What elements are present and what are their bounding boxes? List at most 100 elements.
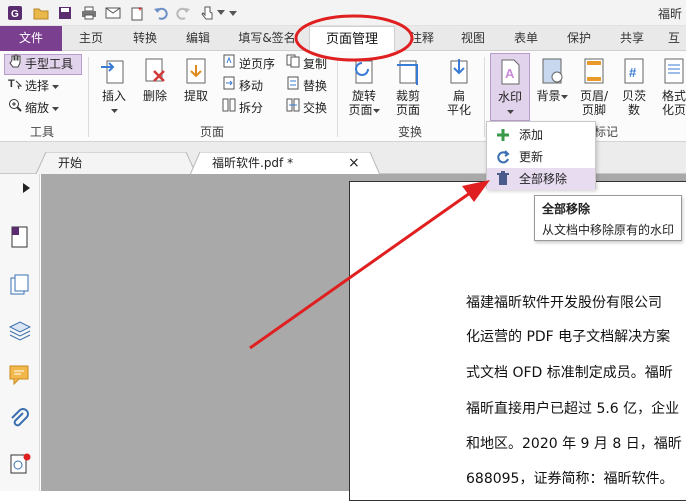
copy-label: 复制 xyxy=(303,57,328,71)
bates-icon: # xyxy=(619,55,649,87)
group-divider xyxy=(484,57,485,137)
watermark-add-label: 添加 xyxy=(519,128,544,142)
background-label: 背景 xyxy=(536,89,561,103)
zoom-button[interactable]: 缩放 xyxy=(8,98,60,119)
hand-pointer-icon[interactable] xyxy=(198,4,216,22)
layers-pages-icon[interactable] xyxy=(9,274,31,296)
tooltip-title: 全部移除 xyxy=(542,202,591,216)
app-logo-icon: G xyxy=(6,4,24,22)
group-divider xyxy=(337,57,338,137)
email-icon[interactable] xyxy=(104,4,122,22)
tab-page-management[interactable]: 页面管理 xyxy=(309,26,395,52)
tab-view[interactable]: 视图 xyxy=(451,26,495,51)
zoom-label: 缩放 xyxy=(25,101,50,115)
remove-all-tooltip: 全部移除 从文档中移除原有的水印 xyxy=(534,195,682,241)
svg-text:*: * xyxy=(138,6,142,17)
comments-icon[interactable] xyxy=(9,364,31,386)
flatten-button[interactable]: 扁 平化 xyxy=(440,55,478,117)
tab-edit[interactable]: 编辑 xyxy=(173,26,223,51)
tools-group-label: 工具 xyxy=(30,125,55,139)
tab-protect[interactable]: 保护 xyxy=(557,26,601,51)
watermark-add-item[interactable]: 添加 xyxy=(487,124,595,146)
watermark-button[interactable]: A 水印 xyxy=(490,53,530,121)
customize-qa-icon[interactable] xyxy=(228,4,238,22)
watermark-icon: A xyxy=(495,56,525,88)
delete-button[interactable]: 删除 xyxy=(138,55,172,103)
tab-form[interactable]: 表单 xyxy=(504,26,548,51)
rotate-page-button[interactable]: 旋转 页面 xyxy=(344,55,384,117)
watermark-label: 水印 xyxy=(497,90,522,104)
reverse-icon xyxy=(222,54,236,75)
svg-text:A: A xyxy=(505,66,515,81)
open-icon[interactable] xyxy=(32,4,50,22)
watermark-dropdown-menu: 添加 更新 全部移除 xyxy=(486,121,596,190)
header-footer-label-1: 页眉/ xyxy=(579,89,609,103)
crop-label-2: 页面 xyxy=(395,103,420,117)
close-tab-icon[interactable]: × xyxy=(344,152,364,174)
select-button[interactable]: T 选择 xyxy=(8,76,60,97)
crop-page-button[interactable]: 裁剪 页面 xyxy=(389,55,427,117)
replace-button[interactable]: 替换 xyxy=(286,76,327,97)
header-footer-button[interactable]: 页眉/ 页脚 xyxy=(574,55,614,117)
move-button[interactable]: 移动 xyxy=(222,76,263,97)
redo-icon[interactable] xyxy=(174,4,192,22)
tab-file[interactable]: 文件 xyxy=(0,26,62,51)
chevron-down-icon[interactable] xyxy=(216,4,226,22)
reverse-pages-button[interactable]: 逆页序 xyxy=(222,54,275,75)
new-tab-icon[interactable]: * xyxy=(128,4,146,22)
extract-button[interactable]: 提取 xyxy=(178,55,214,103)
watermark-remove-all-label: 全部移除 xyxy=(519,172,568,186)
hand-tool-label: 手型工具 xyxy=(25,57,74,71)
signatures-icon[interactable] xyxy=(9,452,31,474)
document-text-line: 式文档 OFD 标准制定成员。福昕 xyxy=(466,365,673,381)
ribbon-tab-bar: 文件 主页 转换 编辑 填写&签名 页面管理 注释 视图 表单 保护 共享 互 xyxy=(0,26,686,52)
move-label: 移动 xyxy=(239,79,264,93)
bates-number-button[interactable]: # 贝茨 数 xyxy=(616,55,652,117)
select-text-icon: T xyxy=(8,76,23,97)
watermark-update-item[interactable]: 更新 xyxy=(487,146,595,168)
rotate-icon xyxy=(349,55,379,87)
watermark-remove-all-item[interactable]: 全部移除 xyxy=(487,168,595,190)
tab-share[interactable]: 共享 xyxy=(610,26,654,51)
chevron-down-icon xyxy=(560,89,568,103)
mark-group-label: 标记 xyxy=(594,125,619,139)
format-page-icon xyxy=(659,55,686,87)
tab-document[interactable]: 福昕软件.pdf * xyxy=(196,152,346,174)
svg-text:T: T xyxy=(8,78,15,90)
tab-start[interactable]: 开始 xyxy=(42,152,192,174)
split-button[interactable]: 拆分 xyxy=(222,98,263,119)
group-divider xyxy=(88,57,89,137)
expand-panel-icon[interactable] xyxy=(23,182,31,196)
tab-convert[interactable]: 转换 xyxy=(120,26,170,51)
navigation-sidebar xyxy=(0,174,40,491)
print-icon[interactable] xyxy=(80,4,98,22)
insert-button[interactable]: 插入 xyxy=(96,55,132,117)
format-label-2: 化页 xyxy=(661,103,686,117)
copy-button[interactable]: 复制 xyxy=(286,54,327,75)
bates-label-1: 贝茨 xyxy=(621,89,646,103)
background-icon xyxy=(537,55,567,87)
svg-text:#: # xyxy=(629,65,637,80)
tab-fill-sign[interactable]: 填写&签名 xyxy=(232,26,302,51)
delete-page-icon xyxy=(140,55,170,87)
layers-icon[interactable] xyxy=(8,319,32,341)
hand-tool-button[interactable]: 手型工具 xyxy=(4,54,82,75)
tab-more[interactable]: 互 xyxy=(662,26,686,51)
page-thumbnails-icon[interactable] xyxy=(9,226,31,248)
reverse-label: 逆页序 xyxy=(239,57,276,71)
header-footer-label-2: 页脚 xyxy=(581,103,606,117)
chevron-down-icon xyxy=(372,103,380,117)
bates-label-2: 数 xyxy=(627,103,640,117)
attachments-icon[interactable] xyxy=(9,408,31,430)
rotate-label-1: 旋转 xyxy=(351,89,376,103)
save-icon[interactable] xyxy=(56,4,74,22)
split-icon xyxy=(222,98,236,119)
header-footer-icon xyxy=(579,55,609,87)
tab-comment[interactable]: 注释 xyxy=(402,26,442,51)
format-page-button[interactable]: 格式 化页 xyxy=(658,55,686,117)
background-button[interactable]: 背景 xyxy=(534,55,570,103)
undo-icon[interactable] xyxy=(152,4,170,22)
crop-label-1: 裁剪 xyxy=(395,89,420,103)
tab-home[interactable]: 主页 xyxy=(66,26,116,51)
swap-button[interactable]: 交换 xyxy=(286,98,327,119)
